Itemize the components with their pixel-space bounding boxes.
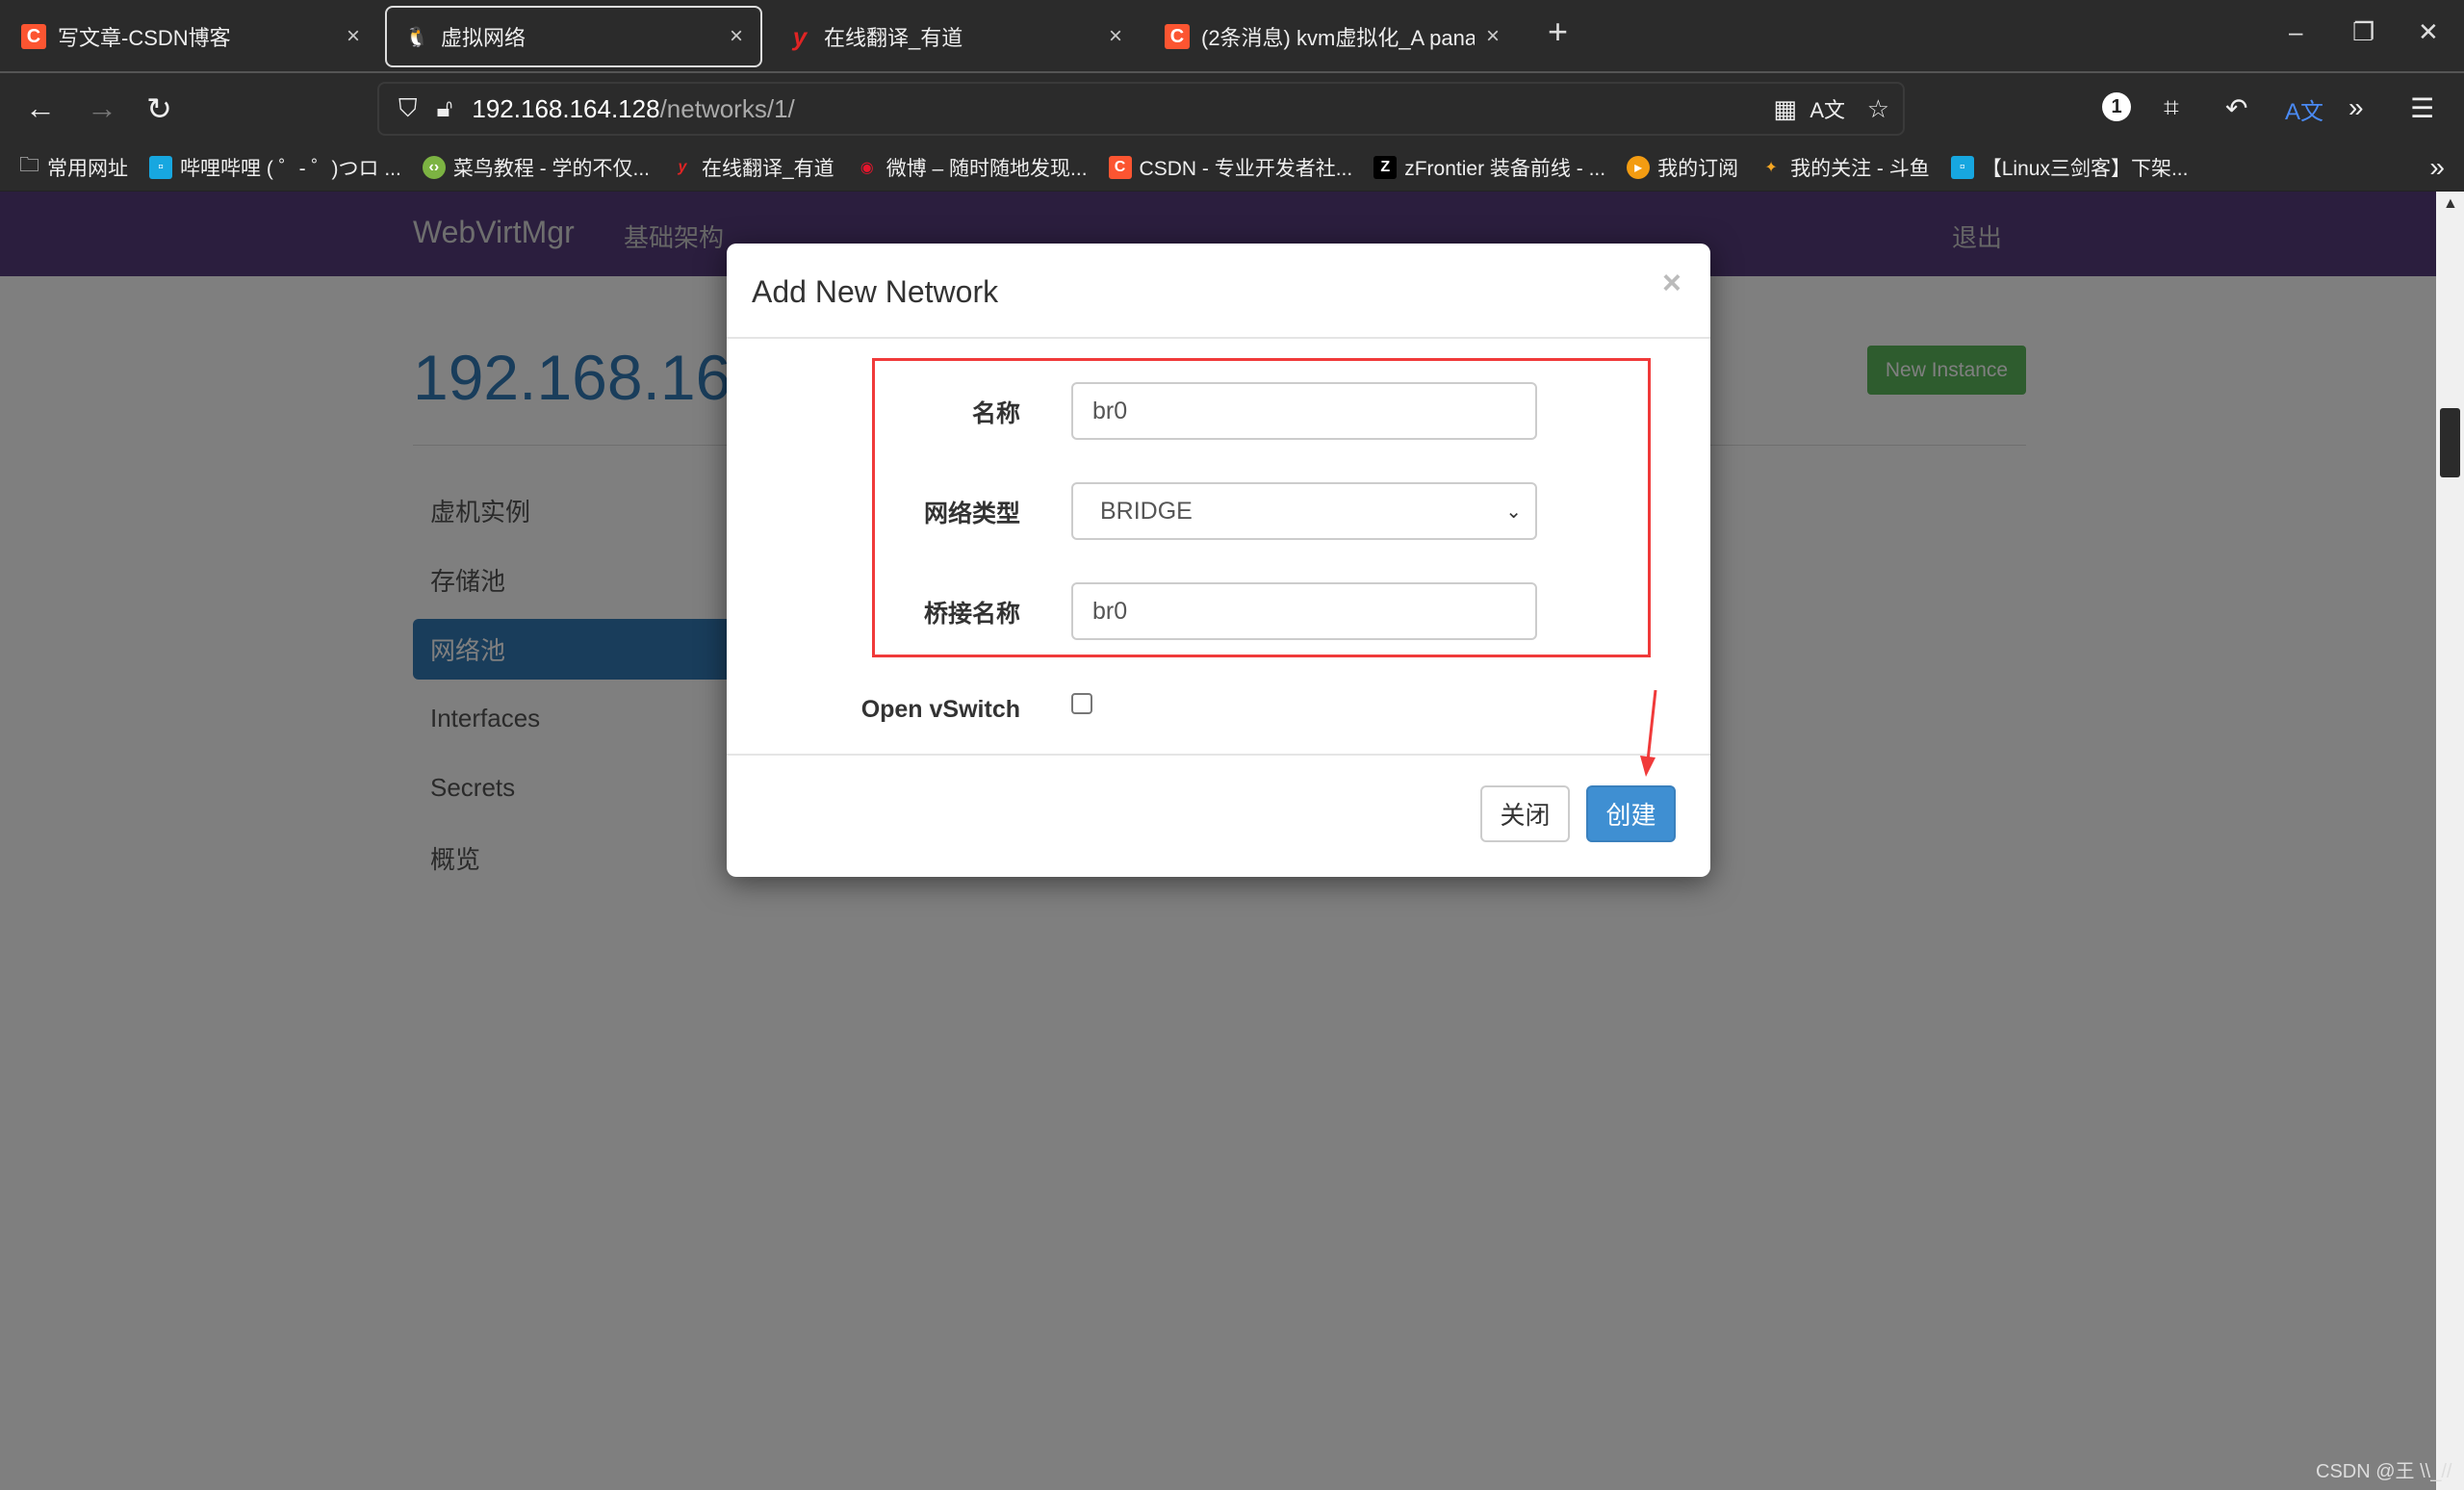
network-type-select[interactable]: BRIDGE ⌄ <box>1071 482 1537 540</box>
chevron-down-icon: ⌄ <box>1505 501 1522 523</box>
douyu-icon: ✦ <box>1764 160 1778 176</box>
bookmark-item[interactable]: C CSDN - 专业开发者社... <box>1108 153 1352 182</box>
youdao-icon: y <box>792 21 808 51</box>
watermark: CSDN @王 \\_// <box>2316 1461 2452 1482</box>
youdao-icon: y <box>678 159 687 175</box>
close-icon[interactable]: × <box>1662 265 1681 302</box>
translate-icon[interactable]: A文 <box>1810 93 1845 124</box>
ovs-label: Open vSwitch <box>860 696 1020 723</box>
bookmark-item[interactable]: ✦ 我的关注 - 斗鱼 <box>1759 153 1929 182</box>
bookmark-item[interactable]: ▫ 哔哩哔哩 ( ゜- ゜)つロ ... <box>149 153 401 182</box>
bilibili-icon: ▫ <box>149 156 172 179</box>
menu-icon[interactable]: ☰ <box>2410 92 2434 124</box>
close-tab-icon[interactable]: × <box>346 23 360 50</box>
weibo-icon: ◉ <box>860 160 874 176</box>
close-window-icon[interactable]: ✕ <box>2418 17 2439 47</box>
tab-youdao[interactable]: y 在线翻译_有道 × <box>770 6 1140 67</box>
divider <box>727 337 1710 339</box>
network-type-label: 网络类型 <box>923 501 1020 527</box>
bilibili-icon: ▫ <box>1950 156 1974 179</box>
tab-kvm[interactable]: C (2条消息) kvm虚拟化_A panac × <box>1147 6 1517 67</box>
bridge-name-label: 桥接名称 <box>923 601 1020 628</box>
folder-icon: 🗀 <box>19 153 39 176</box>
new-tab-icon[interactable]: + <box>1548 12 1568 52</box>
bookmarks-bar: 🗀 常用网址 ▫ 哔哩哔哩 ( ゜- ゜)つロ ... ‹› 菜鸟教程 - 学的不仅.… <box>0 144 2464 192</box>
scroll-up-icon[interactable]: ▲ <box>2443 195 2458 213</box>
bookmark-item[interactable]: ▸ 我的订阅 <box>1627 153 1738 182</box>
close-tab-icon[interactable]: × <box>1486 23 1500 50</box>
tab-csdn-write[interactable]: C 写文章-CSDN博客 × <box>4 6 377 67</box>
bookmark-item[interactable]: ◉ 微博 – 随时随地发现... <box>856 153 1088 182</box>
csdn-icon: C <box>1165 24 1190 49</box>
close-tab-icon[interactable]: × <box>1109 23 1122 50</box>
runoob-icon: ‹› <box>422 156 446 179</box>
qr-code-icon[interactable]: ▦ <box>1773 94 1797 124</box>
tab-bar: C 写文章-CSDN博客 × 🐧 虚拟网络 × y 在线翻译_有道 × C (2条消息) kv… <box>0 0 2464 73</box>
crop-icon[interactable]: ⌗ <box>2164 92 2179 124</box>
csdn-icon: C <box>1108 156 1132 179</box>
name-label: 名称 <box>971 400 1020 427</box>
back-icon[interactable]: ← <box>25 90 56 126</box>
bookmark-item[interactable]: ‹› 菜鸟教程 - 学的不仅... <box>422 153 650 182</box>
zfrontier-icon: Z <box>1373 156 1398 179</box>
scrollbar-thumb[interactable] <box>2440 408 2460 477</box>
bridge-name-input[interactable]: br0 <box>1071 582 1537 640</box>
scrollbar[interactable]: ▲ <box>2436 192 2464 1490</box>
google-translate-icon[interactable]: A文 <box>2285 92 2323 126</box>
divider <box>727 754 1710 756</box>
shield-icon[interactable]: ⛉ <box>398 93 418 124</box>
name-input[interactable]: br0 <box>1071 382 1537 440</box>
bookmark-item[interactable]: ▫ 【Linux三剑客】下架... <box>1950 153 2188 182</box>
subscribe-icon: ▸ <box>1627 156 1651 179</box>
close-tab-icon[interactable]: × <box>730 23 743 50</box>
bookmarks-overflow-icon[interactable]: » <box>2429 152 2445 183</box>
add-network-modal: Add New Network × 名称 br0 网络类型 BRIDGE ⌄ 桥接… <box>727 244 1710 877</box>
address-bar[interactable]: ⛉ 🔓︎ 192.168.164.128/networks/1/ ▦ A文 ☆ <box>377 82 1905 136</box>
minimize-icon[interactable]: – <box>2289 17 2302 47</box>
tab-virtual-network[interactable]: 🐧 虚拟网络 × <box>385 6 762 67</box>
overflow-chevron-icon[interactable]: » <box>2348 92 2364 123</box>
modal-title: Add New Network <box>752 274 999 309</box>
navigation-toolbar: ← → ↻ ⛉ 🔓︎ 192.168.164.128/networks/1/ ▦… <box>0 73 2464 144</box>
create-button[interactable]: 创建 <box>1586 785 1676 842</box>
tux-icon: 🐧 <box>404 26 429 48</box>
bookmark-item[interactable]: 🗀 常用网址 <box>19 151 128 185</box>
forward-icon[interactable]: → <box>87 90 117 126</box>
reload-icon[interactable]: ↻ <box>146 90 172 127</box>
insecure-lock-icon[interactable]: 🔓︎ <box>437 93 453 124</box>
close-button[interactable]: 关闭 <box>1480 785 1570 842</box>
csdn-icon: C <box>21 24 46 49</box>
extension-badge[interactable]: 1 <box>2102 92 2131 121</box>
bookmark-item[interactable]: y 在线翻译_有道 <box>671 153 834 182</box>
ovs-checkbox[interactable] <box>1071 693 1092 714</box>
annotation-arrow <box>1640 689 1657 777</box>
restore-icon[interactable]: ❐ <box>2352 17 2374 47</box>
bookmark-item[interactable]: ZzFrontier 装备前线 - ... <box>1373 153 1605 182</box>
bookmark-star-icon[interactable]: ☆ <box>1867 94 1889 124</box>
undo-icon[interactable]: ↶ <box>2225 92 2247 124</box>
